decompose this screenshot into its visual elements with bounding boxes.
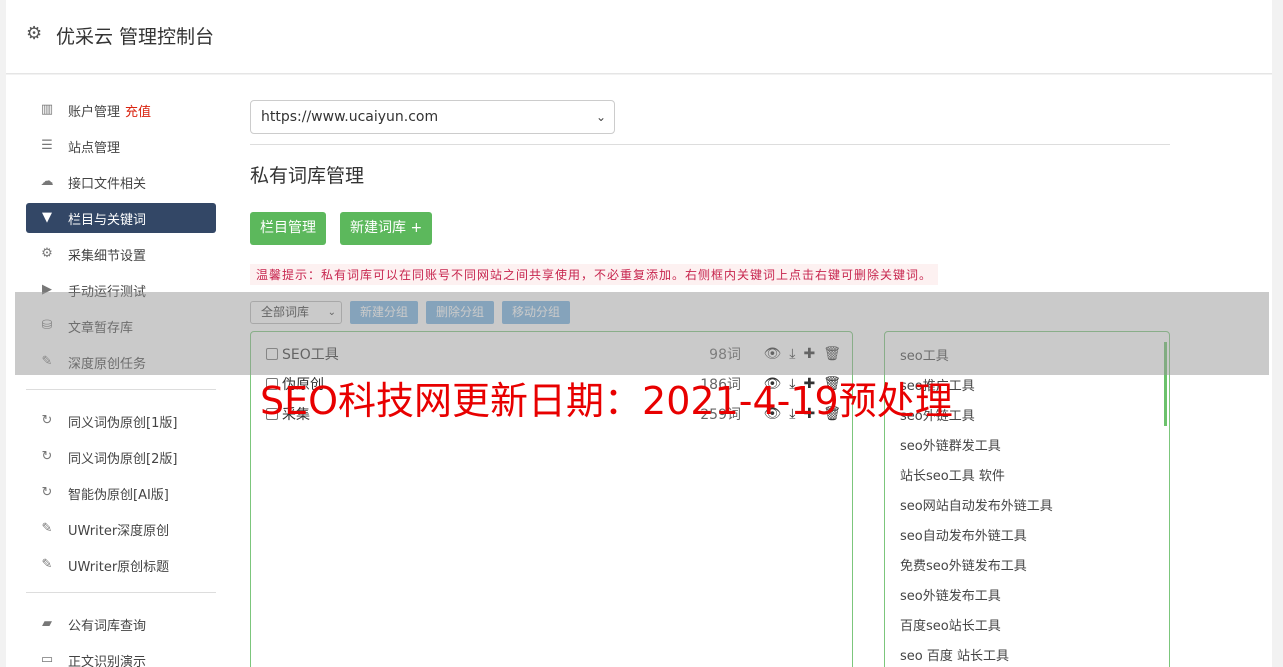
sidebar: ▥账户管理充值☰站点管理☁接口文件相关▼栏目与关键词⚙采集细节设置▶手动运行测试…	[26, 95, 216, 667]
keyword-item[interactable]: 免费seo外链发布工具	[885, 552, 1169, 582]
gear-icon[interactable]: ⚙	[26, 24, 46, 44]
book-icon: ▰	[42, 616, 52, 631]
new-library-button[interactable]: 新建词库 +	[340, 212, 433, 245]
refresh-icon: ↻	[41, 413, 53, 428]
monitor-icon: ▭	[40, 652, 54, 667]
bar-chart-icon: ▥	[40, 102, 54, 117]
sidebar-divider	[26, 592, 216, 593]
refresh-icon: ↻	[41, 449, 53, 464]
sidebar-item-label: 智能伪原创[AI版]	[68, 487, 169, 503]
sidebar-item-label: 站点管理	[68, 140, 121, 156]
top-header: ⚙ 优采云 管理控制台	[6, 0, 1272, 74]
site-select[interactable]: https://www.ucaiyun.com ⌄	[250, 100, 615, 134]
cloud-upload-icon: ☁	[40, 174, 54, 189]
sidebar-divider	[26, 389, 216, 390]
sidebar-item-label: 正文识别演示	[68, 654, 147, 667]
keyword-item[interactable]: seo网站自动发布外链工具	[885, 492, 1169, 522]
sidebar-item-label: 公有词库查询	[68, 618, 147, 634]
sidebar-item-label: 采集细节设置	[68, 248, 147, 264]
recharge-link[interactable]: 充值	[125, 101, 151, 120]
tip-text: 温馨提示：私有词库可以在同账号不同网站之间共享使用，不必重复添加。右侧框内关键词…	[250, 264, 939, 285]
action-buttons: 栏目管理 新建词库 +	[250, 212, 1170, 245]
keyword-item[interactable]: seo自动发布外链工具	[885, 522, 1169, 552]
edit-icon: ✎	[41, 557, 53, 572]
sidebar-item[interactable]: ↻ 同义词伪原创[1版]	[26, 406, 216, 436]
server-icon: ☰	[41, 138, 53, 153]
sidebar-item[interactable]: ▼ 栏目与关键词	[26, 203, 216, 233]
refresh-icon: ↻	[41, 485, 53, 500]
keyword-item[interactable]: 站长seo工具 软件	[885, 462, 1169, 492]
sidebar-item-label: 同义词伪原创[1版]	[68, 415, 178, 431]
sidebar-item[interactable]: ✎ UWriter深度原创	[26, 514, 216, 544]
sidebar-item-label: 栏目与关键词	[68, 212, 147, 228]
keyword-item[interactable]: seo外链群发工具	[885, 432, 1169, 462]
sidebar-item[interactable]: ☁ 接口文件相关	[26, 167, 216, 197]
sidebar-item[interactable]: ↻ 智能伪原创[AI版]	[26, 478, 216, 508]
filter-icon: ▼	[42, 210, 52, 225]
gears-icon: ⚙	[41, 246, 53, 261]
page-title: 私有词库管理	[250, 165, 365, 187]
sidebar-item[interactable]: ↻ 同义词伪原创[2版]	[26, 442, 216, 472]
sidebar-item[interactable]: ▰ 公有词库查询	[26, 609, 216, 639]
divider	[250, 144, 1170, 145]
sidebar-item-label: UWriter深度原创	[68, 523, 170, 539]
site-select-value: https://www.ucaiyun.com	[261, 109, 439, 125]
content-area: https://www.ucaiyun.com ⌄ 私有词库管理 栏目管理 新建…	[250, 100, 1170, 667]
sidebar-item-label: 账户管理	[68, 104, 121, 120]
keyword-item[interactable]: 百度seo站长工具	[885, 612, 1169, 642]
sidebar-item[interactable]: ☰ 站点管理	[26, 131, 216, 161]
column-manage-button[interactable]: 栏目管理	[250, 212, 326, 245]
edit-icon: ✎	[41, 521, 53, 536]
keyword-item[interactable]: seo外链发布工具	[885, 582, 1169, 612]
watermark-text: SEO科技网更新日期：2021-4-19预处理	[260, 379, 953, 423]
sidebar-item-label: 同义词伪原创[2版]	[68, 451, 178, 467]
sidebar-item-label: UWriter原创标题	[68, 559, 170, 575]
overlay-band	[15, 292, 1269, 375]
chevron-down-icon: ⌄	[595, 110, 606, 124]
app-title: 优采云 管理控制台	[56, 26, 215, 48]
sidebar-item[interactable]: ⚙ 采集细节设置	[26, 239, 216, 269]
sidebar-item-label: 接口文件相关	[68, 176, 147, 192]
sidebar-item[interactable]: ✎ UWriter原创标题	[26, 550, 216, 580]
sidebar-item[interactable]: ▥ 账户管理 充值	[26, 95, 216, 125]
sidebar-item[interactable]: ▭ 正文识别演示	[26, 645, 216, 667]
keyword-item[interactable]: seo 百度 站长工具	[885, 642, 1169, 667]
